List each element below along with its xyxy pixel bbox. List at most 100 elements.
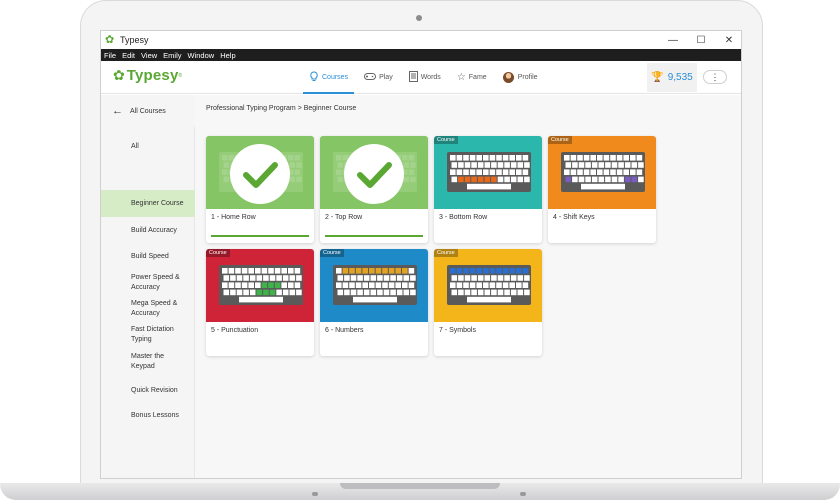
course-card[interactable]: Course 7 - Symbols — [434, 249, 542, 356]
sidebar-item-fast-dictation[interactable]: Fast Dictation Typing — [101, 323, 195, 347]
course-title: 6 - Numbers — [325, 327, 364, 334]
sidebar-item-build-accuracy[interactable]: Build Accuracy — [101, 221, 195, 241]
menu-view[interactable]: View — [141, 51, 157, 60]
typesy-logo-icon: ✿ — [105, 33, 115, 46]
course-card[interactable]: Course 3 - Bottom Row — [434, 136, 542, 243]
nav-play-label: Play — [379, 74, 393, 81]
menu-user[interactable]: Emily — [163, 51, 181, 60]
lightbulb-icon — [309, 70, 319, 85]
breadcrumb: Professional Typing Program > Beginner C… — [206, 105, 357, 112]
app-window: ✿ Typesy — ☐ ✕ File Edit View Emily Wind… — [100, 30, 742, 479]
window-title: Typesy — [120, 35, 149, 45]
checkmark-icon — [230, 144, 290, 204]
completed-overlay — [320, 136, 428, 209]
sidebar-item-label: Build Speed — [131, 253, 169, 260]
gamepad-icon — [364, 72, 377, 84]
course-card[interactable]: Course 5 - Punctuation — [206, 249, 314, 356]
course-title: 5 - Punctuation — [211, 327, 259, 334]
trophy-icon: 🏆 — [651, 72, 664, 83]
sidebar-item-build-speed[interactable]: Build Speed — [101, 247, 195, 267]
sidebar-item-label: All — [131, 143, 139, 150]
sidebar-item-all[interactable]: All — [101, 137, 195, 157]
sidebar-item-label: Beginner Course — [131, 199, 184, 207]
app-header: ✿ Typesy ® Courses Play Words ☆ Fame Pro… — [101, 61, 741, 94]
sidebar-item-label: Quick Revision — [131, 387, 178, 394]
sidebar: ← All Courses All Beginner Course Build … — [101, 95, 195, 478]
main-content: Professional Typing Program > Beginner C… — [195, 95, 741, 478]
sidebar-item-label: Mega Speed & Accuracy — [131, 300, 178, 317]
course-thumbnail: Course — [320, 249, 428, 322]
course-progress-bar — [211, 235, 309, 237]
course-card[interactable]: Course 4 - Shift Keys — [548, 136, 656, 243]
avatar — [502, 72, 514, 83]
course-title: 7 - Symbols — [439, 327, 476, 334]
sidebar-item-power-speed[interactable]: Power Speed & Accuracy — [101, 271, 195, 295]
star-icon: ☆ — [456, 72, 466, 83]
document-icon — [408, 70, 418, 85]
menu-edit[interactable]: Edit — [122, 51, 135, 60]
laptop-foot — [312, 492, 318, 496]
sidebar-item-label: Power Speed & Accuracy — [131, 274, 180, 291]
arrow-left-icon: ← — [112, 105, 123, 117]
keyboard-illustration — [447, 152, 531, 192]
title-bar: ✿ Typesy — ☐ ✕ — [101, 31, 741, 49]
nav-profile-label: Profile — [517, 74, 538, 81]
course-thumbnail: Course — [434, 249, 542, 322]
sidebar-item-bonus-lessons[interactable]: Bonus Lessons — [101, 406, 195, 426]
checkmark-icon — [344, 144, 404, 204]
course-thumbnail: Course — [434, 136, 542, 209]
course-thumbnail: Course — [206, 249, 314, 322]
back-label: All Courses — [130, 107, 166, 115]
course-title: 2 - Top Row — [325, 214, 363, 221]
maximize-button[interactable]: ☐ — [687, 31, 715, 49]
course-thumbnail — [320, 136, 428, 209]
nav-words-label: Words — [420, 74, 441, 81]
sidebar-item-quick-revision[interactable]: Quick Revision — [101, 381, 195, 401]
course-badge: Course — [434, 249, 458, 257]
points-display[interactable]: 🏆 9,535 — [647, 63, 697, 92]
nav-words[interactable]: Words — [401, 61, 449, 94]
course-card[interactable]: 1 - Home Row — [206, 136, 314, 243]
sidebar-item-label: Master the Keypad — [131, 353, 165, 370]
nav-fame-label: Fame — [468, 74, 487, 81]
course-thumbnail: Course — [548, 136, 656, 209]
course-card[interactable]: 2 - Top Row — [320, 136, 428, 243]
brand-name: Typesy — [126, 67, 179, 84]
sidebar-item-label: Build Accuracy — [131, 227, 177, 234]
keyboard-illustration — [333, 265, 417, 305]
menu-window[interactable]: Window — [188, 51, 215, 60]
brand-registered-mark: ® — [178, 72, 183, 79]
course-badge: Course — [320, 249, 344, 257]
points-value: 9,535 — [667, 72, 693, 83]
sidebar-item-master-keypad[interactable]: Master the Keypad — [101, 350, 195, 374]
minimize-button[interactable]: — — [659, 31, 687, 49]
sidebar-item-label: Bonus Lessons — [131, 412, 179, 419]
nav-play[interactable]: Play — [356, 61, 401, 94]
course-badge: Course — [206, 249, 230, 257]
sidebar-item-beginner-course[interactable]: Beginner Course — [101, 190, 195, 217]
menu-bar: File Edit View Emily Window Help — [101, 49, 741, 61]
brand-logo[interactable]: ✿ Typesy ® — [113, 67, 182, 84]
course-title: 4 - Shift Keys — [553, 214, 595, 221]
course-card[interactable]: Course 6 - Numbers — [320, 249, 428, 356]
nav-fame[interactable]: ☆ Fame — [449, 61, 495, 94]
course-badge: Course — [434, 136, 458, 144]
menu-help[interactable]: Help — [220, 51, 235, 60]
nav-profile[interactable]: Profile — [495, 61, 546, 94]
laptop-camera — [416, 15, 422, 21]
course-badge: Course — [548, 136, 572, 144]
all-courses-back-link[interactable]: ← All Courses — [101, 95, 195, 127]
nav-courses-label: Courses — [322, 74, 349, 81]
course-title: 1 - Home Row — [211, 214, 256, 221]
sidebar-item-mega-speed[interactable]: Mega Speed & Accuracy — [101, 297, 195, 321]
completed-overlay — [206, 136, 314, 209]
more-options-button[interactable]: ⋮ — [703, 70, 727, 84]
course-thumbnail — [206, 136, 314, 209]
menu-file[interactable]: File — [104, 51, 116, 60]
laptop-foot — [520, 492, 526, 496]
nav-courses[interactable]: Courses — [301, 61, 356, 94]
course-title: 3 - Bottom Row — [439, 214, 488, 221]
main-nav: Courses Play Words ☆ Fame Profile — [301, 61, 546, 94]
sidebar-item-label: Fast Dictation Typing — [131, 326, 174, 343]
close-button[interactable]: ✕ — [715, 31, 741, 49]
